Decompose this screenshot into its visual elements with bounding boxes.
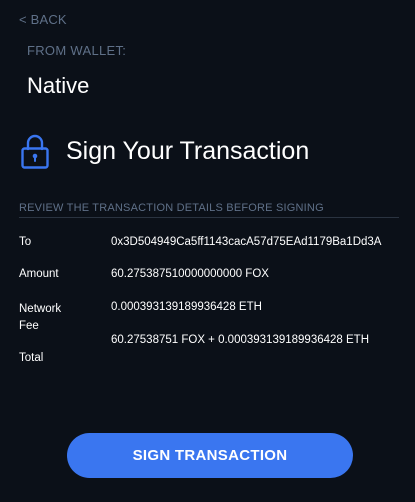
sign-transaction-button[interactable]: SIGN TRANSACTION	[67, 433, 353, 478]
divider	[19, 217, 399, 218]
amount-value: 60.275387510000000000 FOX	[111, 268, 269, 280]
total-label: Total	[19, 352, 44, 364]
from-wallet-label: FROM WALLET:	[27, 43, 127, 58]
page-title: Sign Your Transaction	[66, 137, 310, 165]
network-fee-value: 0.000393139189936428 ETH	[111, 301, 262, 313]
to-label: To	[19, 236, 32, 248]
to-address-value: 0x3D504949Ca5ff1143cacA57d75EAd1179Ba1Dd…	[111, 236, 382, 248]
wallet-name: Native	[27, 73, 90, 98]
back-link[interactable]: < BACK	[19, 12, 67, 27]
lock-icon	[20, 133, 50, 169]
review-heading: REVIEW THE TRANSACTION DETAILS BEFORE SI…	[19, 202, 324, 214]
network-fee-label: Network Fee	[19, 303, 62, 332]
amount-label: Amount	[19, 268, 59, 280]
total-value: 60.27538751 FOX + 0.000393139189936428 E…	[111, 334, 370, 346]
